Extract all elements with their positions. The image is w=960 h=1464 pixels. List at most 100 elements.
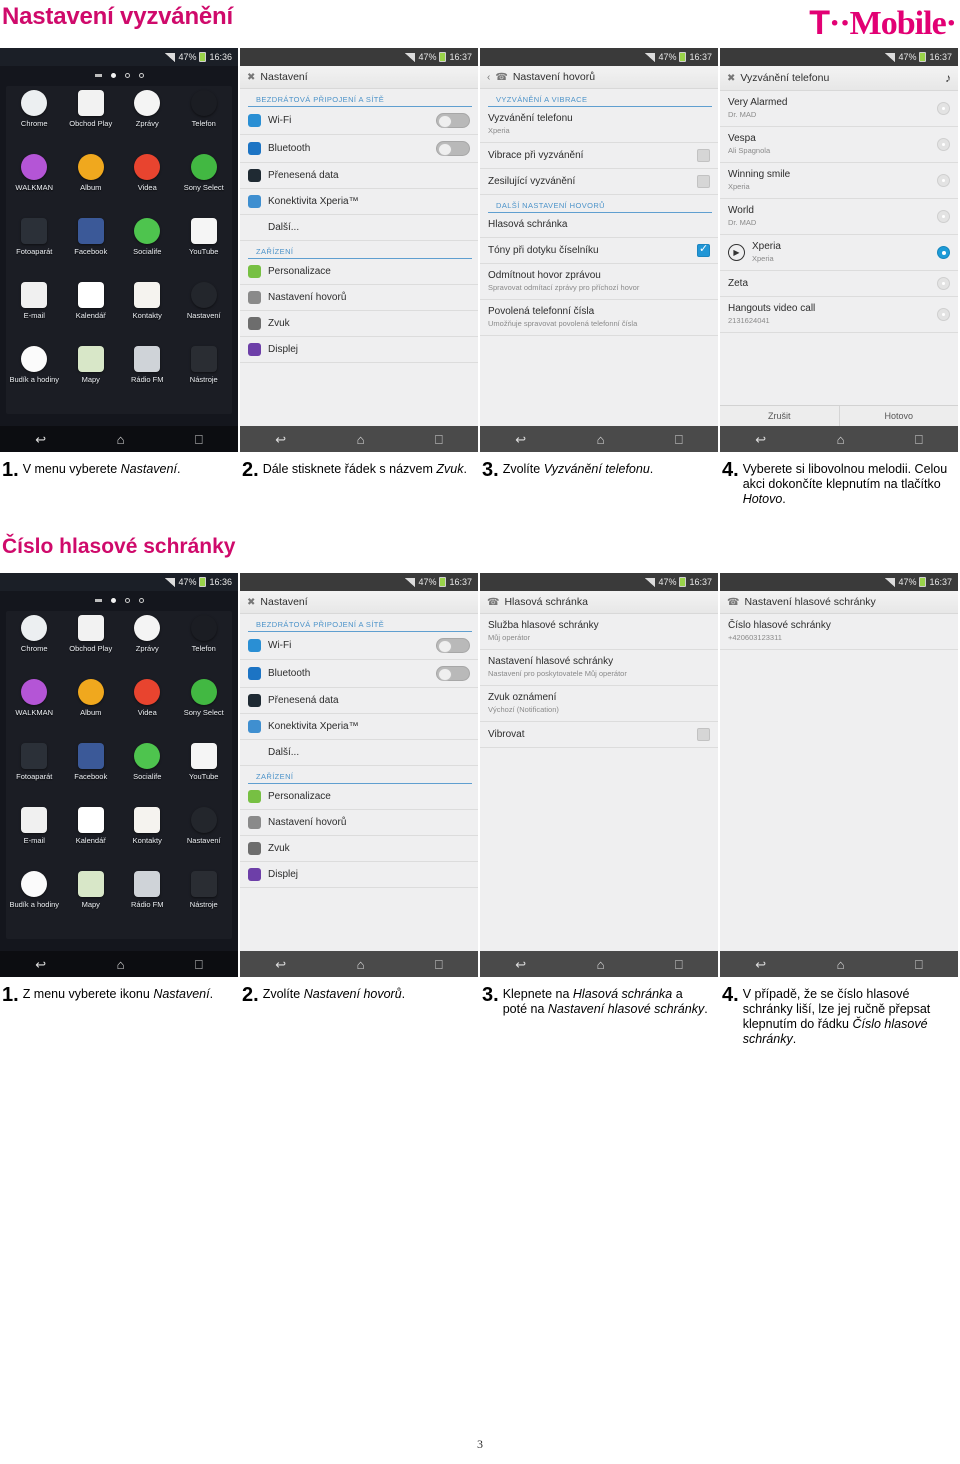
list-item[interactable]: Číslo hlasové schránky +420603123311	[720, 614, 958, 650]
list-item[interactable]: Hlasová schránka	[480, 213, 718, 238]
app-item[interactable]: E-mail	[6, 282, 63, 344]
home-icon[interactable]: ⌂	[597, 433, 605, 446]
recents-icon[interactable]: ⎕	[915, 433, 923, 446]
app-item[interactable]: YouTube	[176, 743, 233, 805]
app-item[interactable]: Socialife	[119, 743, 176, 805]
play-icon[interactable]: ▶	[728, 244, 745, 261]
list-item[interactable]: Wi-Fi	[240, 632, 478, 660]
radio-button[interactable]	[937, 246, 950, 259]
list-item[interactable]: Very Alarmed Dr. MAD	[720, 91, 958, 127]
app-item[interactable]: Chrome	[6, 615, 63, 677]
app-item[interactable]: Nástroje	[176, 346, 233, 408]
list-item[interactable]: Další...	[240, 215, 478, 241]
radio-button[interactable]	[937, 210, 950, 223]
list-item[interactable]: Konektivita Xperia™	[240, 714, 478, 740]
recents-icon[interactable]: ⎕	[675, 433, 683, 446]
list-item[interactable]: Bluetooth	[240, 660, 478, 688]
list-item[interactable]: Hangouts video call 2131624041	[720, 297, 958, 333]
list-item[interactable]: Nastavení hovorů	[240, 285, 478, 311]
app-item[interactable]: Kontakty	[119, 807, 176, 869]
app-item[interactable]: WALKMAN	[6, 154, 63, 216]
list-item[interactable]: Konektivita Xperia™	[240, 189, 478, 215]
app-item[interactable]: Rádio FM	[119, 346, 176, 408]
app-item[interactable]: WALKMAN	[6, 679, 63, 741]
list-item[interactable]: ▶ Xperia Xperia	[720, 235, 958, 271]
cancel-button[interactable]: Zrušit	[720, 406, 840, 426]
list-item[interactable]: Přenesená data	[240, 688, 478, 714]
home-icon[interactable]: ⌂	[837, 958, 845, 971]
app-item[interactable]: Facebook	[63, 218, 120, 280]
list-item[interactable]: Zvuk	[240, 836, 478, 862]
list-item[interactable]: Displej	[240, 337, 478, 363]
list-item[interactable]: Vibrovat	[480, 722, 718, 748]
recents-icon[interactable]: ⎕	[435, 433, 443, 446]
list-item[interactable]: Nastavení hovorů	[240, 810, 478, 836]
recents-icon[interactable]: ⎕	[195, 433, 203, 446]
list-item[interactable]: Zeta	[720, 271, 958, 297]
checkbox[interactable]	[697, 175, 710, 188]
app-item[interactable]: Kalendář	[63, 282, 120, 344]
radio-button[interactable]	[937, 138, 950, 151]
checkbox[interactable]	[697, 728, 710, 741]
list-item[interactable]: Nastavení hlasové schránky Nastavení pro …	[480, 650, 718, 686]
app-item[interactable]: Fotoaparát	[6, 218, 63, 280]
back-icon[interactable]: ↩	[35, 433, 46, 446]
list-item[interactable]: Služba hlasové schránky Můj operátor	[480, 614, 718, 650]
app-item[interactable]: Obchod Play	[63, 90, 120, 152]
app-item[interactable]: Sony Select	[176, 679, 233, 741]
app-item[interactable]: Budík a hodiny	[6, 346, 63, 408]
app-item[interactable]: Nastavení	[176, 807, 233, 869]
app-item[interactable]: Telefon	[176, 90, 233, 152]
list-item[interactable]: Přenesená data	[240, 163, 478, 189]
app-item[interactable]: Zprávy	[119, 615, 176, 677]
list-item[interactable]: Odmítnout hovor zprávou Spravovat odmítac…	[480, 264, 718, 300]
done-button[interactable]: Hotovo	[840, 406, 959, 426]
app-item[interactable]: Facebook	[63, 743, 120, 805]
list-item[interactable]: Zesilující vyzvánění	[480, 169, 718, 195]
checkbox[interactable]	[697, 149, 710, 162]
app-item[interactable]: Kalendář	[63, 807, 120, 869]
radio-button[interactable]	[937, 102, 950, 115]
app-item[interactable]: Budík a hodiny	[6, 871, 63, 933]
checkbox[interactable]	[697, 243, 710, 257]
home-icon[interactable]: ⌂	[117, 958, 125, 971]
back-icon[interactable]: ↩	[35, 958, 46, 971]
list-item[interactable]: Povolená telefonní čísla Umožňuje spravov…	[480, 300, 718, 336]
back-icon[interactable]: ↩	[275, 433, 286, 446]
back-icon[interactable]: ↩	[755, 433, 766, 446]
list-item[interactable]: Vyzvánění telefonu Xperia	[480, 107, 718, 143]
list-item[interactable]: Winning smile Xperia	[720, 163, 958, 199]
app-item[interactable]: Fotoaparát	[6, 743, 63, 805]
app-item[interactable]: Album	[63, 679, 120, 741]
app-item[interactable]: Socialife	[119, 218, 176, 280]
toggle-switch[interactable]	[436, 666, 470, 681]
app-item[interactable]: Videa	[119, 154, 176, 216]
home-icon[interactable]: ⌂	[357, 958, 365, 971]
back-chevron-icon[interactable]: ‹	[487, 72, 490, 83]
app-item[interactable]: Rádio FM	[119, 871, 176, 933]
list-item[interactable]: Tóny při dotyku číselníku	[480, 238, 718, 264]
app-item[interactable]: Obchod Play	[63, 615, 120, 677]
recents-icon[interactable]: ⎕	[435, 958, 443, 971]
home-icon[interactable]: ⌂	[357, 433, 365, 446]
list-item[interactable]: World Dr. MAD	[720, 199, 958, 235]
home-icon[interactable]: ⌂	[837, 433, 845, 446]
app-item[interactable]: Nastavení	[176, 282, 233, 344]
list-item[interactable]: Wi-Fi	[240, 107, 478, 135]
recents-icon[interactable]: ⎕	[915, 958, 923, 971]
recents-icon[interactable]: ⎕	[195, 958, 203, 971]
app-item[interactable]: Chrome	[6, 90, 63, 152]
home-icon[interactable]: ⌂	[597, 958, 605, 971]
back-icon[interactable]: ↩	[515, 958, 526, 971]
list-item[interactable]: Personalizace	[240, 784, 478, 810]
back-icon[interactable]: ↩	[515, 433, 526, 446]
app-item[interactable]: E-mail	[6, 807, 63, 869]
toggle-switch[interactable]	[436, 141, 470, 156]
back-icon[interactable]: ↩	[755, 958, 766, 971]
list-item[interactable]: Bluetooth	[240, 135, 478, 163]
radio-button[interactable]	[937, 308, 950, 321]
app-item[interactable]: Telefon	[176, 615, 233, 677]
radio-button[interactable]	[937, 277, 950, 290]
app-item[interactable]: YouTube	[176, 218, 233, 280]
app-item[interactable]: Sony Select	[176, 154, 233, 216]
